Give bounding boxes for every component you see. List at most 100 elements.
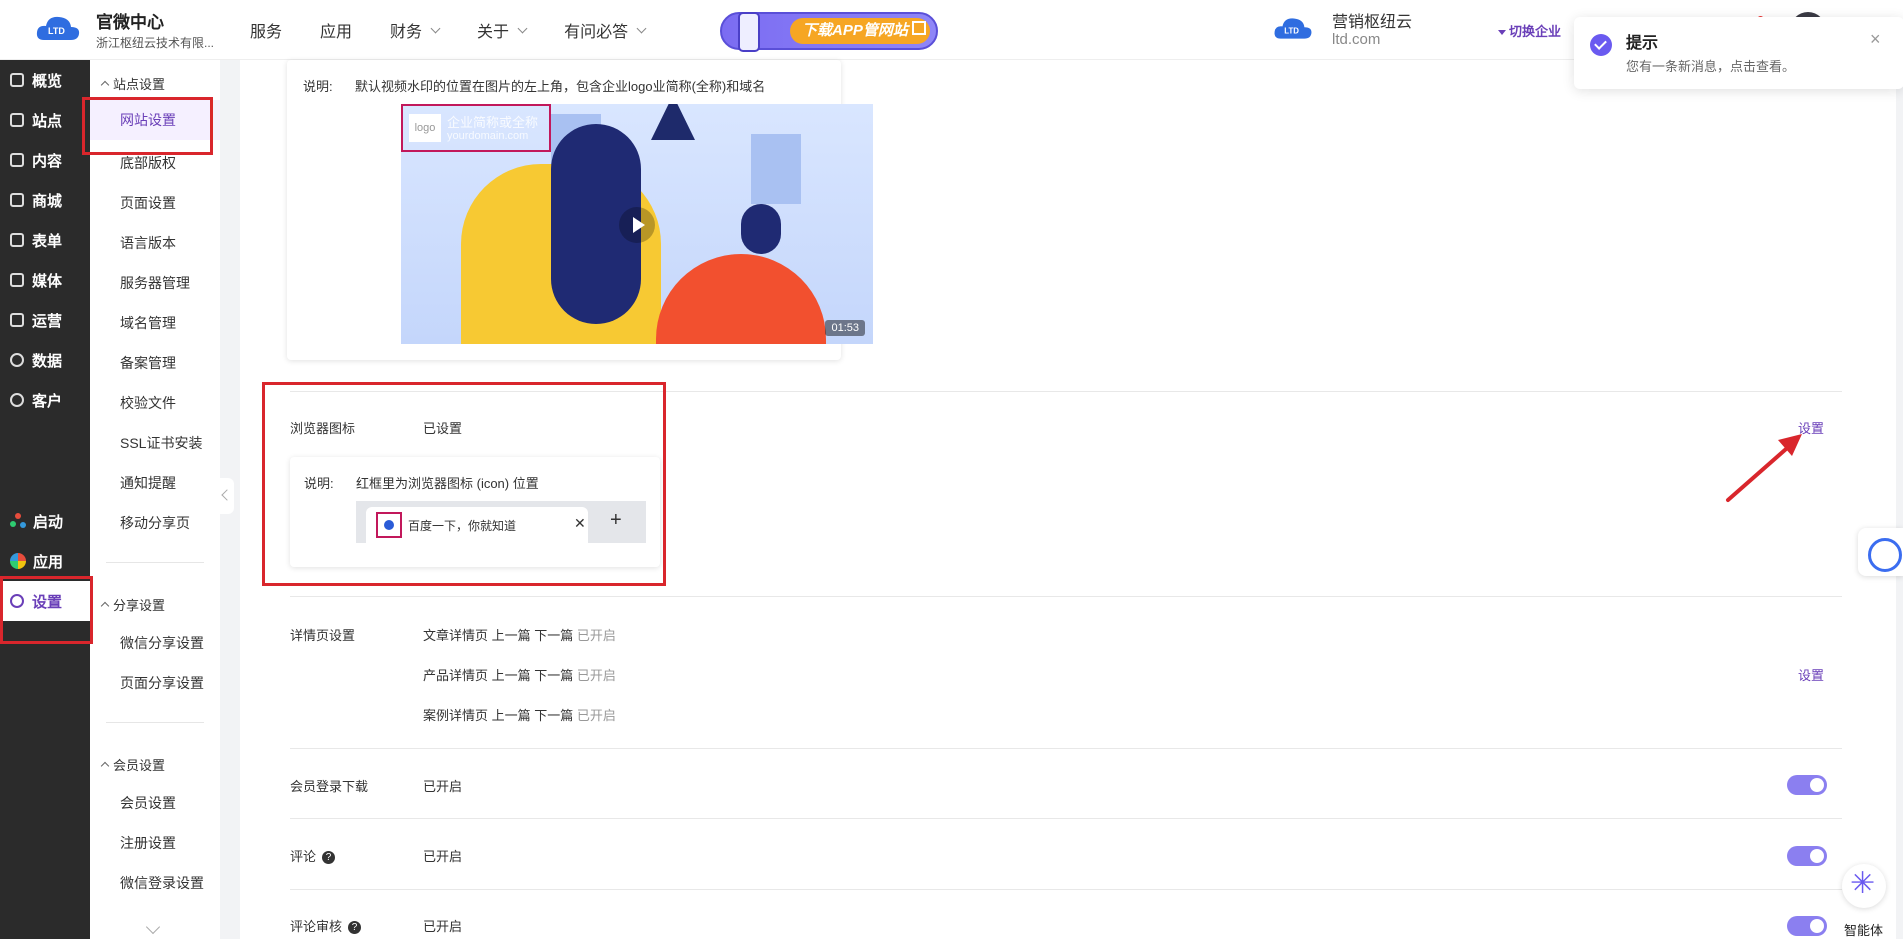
sidebar-item-data[interactable]: 数据 xyxy=(0,340,90,380)
watermark-desc-text: 默认视频水印的位置在图片的左上角，包含企业logo业简称(全称)和域名 xyxy=(355,79,766,94)
agent-icon[interactable] xyxy=(1842,864,1886,908)
watermark-desc-label: 说明: xyxy=(303,79,333,94)
subnav-member-settings[interactable]: 会员设置 xyxy=(120,793,176,813)
row-divider xyxy=(290,596,1842,597)
switch-enterprise-button[interactable]: 切换企业 xyxy=(1498,21,1561,40)
scroll-down-chevron-icon[interactable] xyxy=(145,919,161,935)
home-icon xyxy=(10,113,24,127)
detail-row-label: 详情页设置 xyxy=(290,628,356,643)
notification-toast[interactable]: 提示 您有一条新消息，点击查看。 × xyxy=(1574,17,1903,89)
row-divider xyxy=(290,889,1842,890)
sidebar-item-media[interactable]: 媒体 xyxy=(0,260,90,300)
chevron-down-icon xyxy=(517,23,528,33)
tag-icon xyxy=(10,313,24,327)
subnav-register-settings[interactable]: 注册设置 xyxy=(120,833,176,853)
review-row-value: 已开启 xyxy=(423,919,463,934)
member-login-toggle[interactable] xyxy=(1787,775,1827,795)
detail-line-article: 文章详情页 上一篇 下一篇 已开启 xyxy=(423,628,616,643)
primary-sidebar: 概览 站点 内容 商城 表单 媒体 运营 数据 客户 启动 应用 设置 xyxy=(0,60,90,939)
settings-main: 说明: 默认视频水印的位置在图片的左上角，包含企业logo业简称(全称)和域名 … xyxy=(240,60,1896,939)
member-row-label: 会员登录下载 xyxy=(290,779,369,794)
review-toggle[interactable] xyxy=(1787,916,1827,936)
enterprise-domain: ltd.com xyxy=(1332,31,1381,48)
group-site-settings[interactable]: 站点设置 xyxy=(102,74,165,93)
check-circle-icon xyxy=(1590,34,1612,56)
subnav-ssl[interactable]: SSL证书安装 xyxy=(120,433,202,453)
brand-title: 官微中心 xyxy=(96,13,164,32)
launch-dots-icon xyxy=(10,513,26,529)
detail-set-link[interactable]: 设置 xyxy=(1798,665,1824,684)
watermark-description-card: 说明: 默认视频水印的位置在图片的左上角，包含企业logo业简称(全称)和域名 … xyxy=(287,60,873,360)
apps-pinwheel-icon xyxy=(10,553,26,569)
brand-company: 浙江枢纽云技术有限... xyxy=(96,36,215,50)
download-app-banner[interactable]: 下载APP管网站 xyxy=(720,12,938,52)
subnav-wechat-login[interactable]: 微信登录设置 xyxy=(120,873,204,893)
highlight-box-favicon xyxy=(262,382,666,586)
sidebar-item-launch[interactable]: 启动 xyxy=(0,501,90,541)
lamp-illustration xyxy=(651,104,695,140)
group-member-settings[interactable]: 会员设置 xyxy=(102,755,165,774)
sidebar-item-customers[interactable]: 客户 xyxy=(0,380,90,420)
help-icon[interactable]: ? xyxy=(348,921,362,934)
brand-cloud-logo[interactable]: LTD xyxy=(34,12,82,46)
download-app-label: 下载APP管网站 xyxy=(790,18,930,44)
highlight-box-website-settings xyxy=(82,97,213,155)
sidebar-item-site[interactable]: 站点 xyxy=(0,100,90,140)
divider xyxy=(106,562,204,563)
sidebar-item-content[interactable]: 内容 xyxy=(0,140,90,180)
video-icon xyxy=(10,273,24,287)
watermark-position-box: logo 企业简称或全称 yourdomain.com xyxy=(401,104,551,152)
document-icon xyxy=(10,153,24,167)
subnav-wechat-share[interactable]: 微信分享设置 xyxy=(120,633,204,653)
highlight-box-settings xyxy=(0,576,93,644)
divider xyxy=(106,722,204,723)
member-row-value: 已开启 xyxy=(423,779,463,794)
video-duration: 01:53 xyxy=(825,320,865,336)
subnav-domain[interactable]: 域名管理 xyxy=(120,313,176,333)
sidebar-item-overview[interactable]: 概览 xyxy=(0,60,90,100)
nav-about[interactable]: 关于 xyxy=(477,18,528,42)
sidebar-item-shop[interactable]: 商城 xyxy=(0,180,90,220)
toast-title: 提示 xyxy=(1626,35,1659,52)
review-row-label: 评论审核? xyxy=(290,916,362,935)
comment-toggle[interactable] xyxy=(1787,846,1827,866)
close-icon[interactable]: × xyxy=(1870,29,1881,50)
clock-icon xyxy=(10,353,24,367)
subnav-footer-copyright[interactable]: 底部版权 xyxy=(120,153,176,173)
customer-service-icon[interactable] xyxy=(1858,528,1903,576)
watermark-logo: logo xyxy=(409,114,441,142)
subnav-page-settings[interactable]: 页面设置 xyxy=(120,193,176,213)
help-icon[interactable]: ? xyxy=(322,851,336,864)
enterprise-logo: LTD xyxy=(1274,18,1312,39)
form-icon xyxy=(10,233,24,247)
play-icon[interactable] xyxy=(619,207,655,243)
chevron-down-icon xyxy=(430,23,441,33)
agent-label[interactable]: 智能体 xyxy=(1844,920,1883,939)
sidebar-item-operations[interactable]: 运营 xyxy=(0,300,90,340)
nav-finance[interactable]: 财务 xyxy=(390,18,441,42)
nav-faq[interactable]: 有问必答 xyxy=(564,18,647,42)
nav-apps[interactable]: 应用 xyxy=(320,18,352,42)
sidebar-collapse-handle[interactable] xyxy=(220,478,234,514)
comment-row-label: 评论? xyxy=(290,846,336,865)
subnav-verify-file[interactable]: 校验文件 xyxy=(120,393,176,413)
watermark-company-name: 企业简称或全称 xyxy=(447,115,539,130)
row-divider xyxy=(290,748,1842,749)
subnav-icp[interactable]: 备案管理 xyxy=(120,353,176,373)
sidebar-item-apps[interactable]: 应用 xyxy=(0,541,90,581)
subnav-server[interactable]: 服务器管理 xyxy=(120,273,190,293)
top-nav: 服务 应用 财务 关于 有问必答 xyxy=(250,0,683,60)
secondary-sidebar: 站点设置 网站设置 底部版权 页面设置 语言版本 服务器管理 域名管理 备案管理… xyxy=(90,60,220,939)
toast-message: 您有一条新消息，点击查看。 xyxy=(1626,59,1796,74)
overview-icon xyxy=(10,73,24,87)
subnav-page-share[interactable]: 页面分享设置 xyxy=(120,673,204,693)
subnav-notify[interactable]: 通知提醒 xyxy=(120,473,176,493)
sidebar-item-forms[interactable]: 表单 xyxy=(0,220,90,260)
group-share-settings[interactable]: 分享设置 xyxy=(102,595,165,614)
man-illustration xyxy=(656,254,826,344)
nav-services[interactable]: 服务 xyxy=(250,18,282,42)
qr-code-icon xyxy=(912,21,926,35)
subnav-language[interactable]: 语言版本 xyxy=(120,233,176,253)
subnav-mobile-share[interactable]: 移动分享页 xyxy=(120,513,190,533)
user-icon xyxy=(10,393,24,407)
